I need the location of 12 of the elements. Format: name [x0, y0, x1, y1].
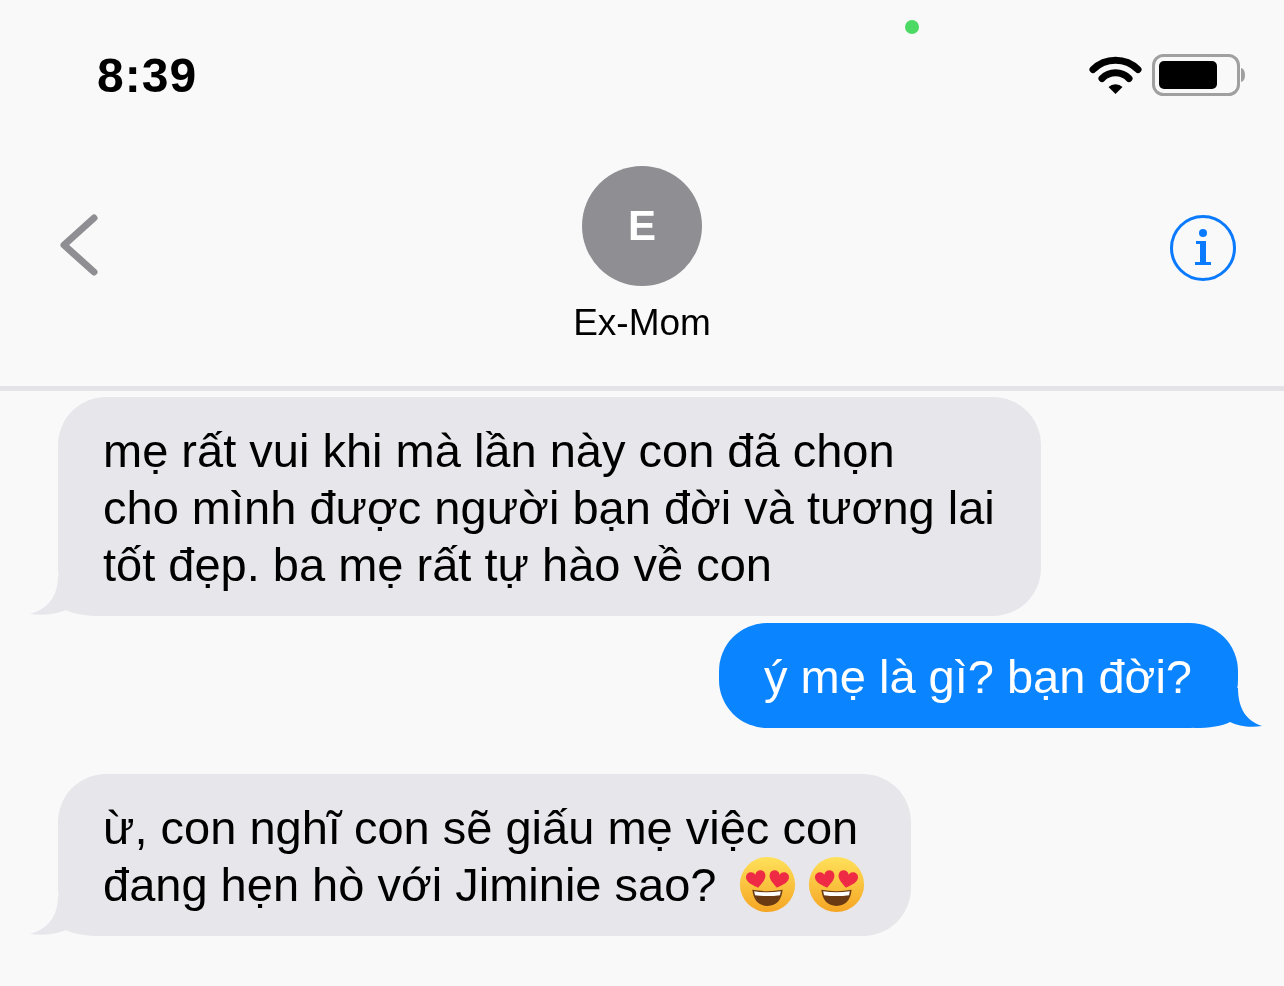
status-time: 8:39: [97, 47, 198, 103]
message-text: ý mẹ là gì? bạn đời?: [764, 649, 1192, 705]
message-text: đang hẹn hò với Jiminie sao?: [103, 858, 717, 911]
contact-name[interactable]: Ex-Mom: [573, 301, 711, 345]
message-text: mẹ rất vui khi mà lần này con đã chọn cho mình được người bạn đời và tương lai tốt đẹp. ba mẹ rất tự hào về con: [103, 423, 995, 593]
heart-eyes-emoji-icon: [808, 856, 866, 913]
heart-eyes-emoji-icon: [739, 856, 797, 913]
wifi-icon: [1088, 55, 1143, 95]
info-icon[interactable]: [1169, 214, 1237, 282]
message-text: ừ, con nghĩ con sẽ giấu mẹ việc con: [103, 800, 859, 856]
back-chevron-icon[interactable]: [58, 213, 100, 277]
battery-icon: [1152, 54, 1246, 96]
